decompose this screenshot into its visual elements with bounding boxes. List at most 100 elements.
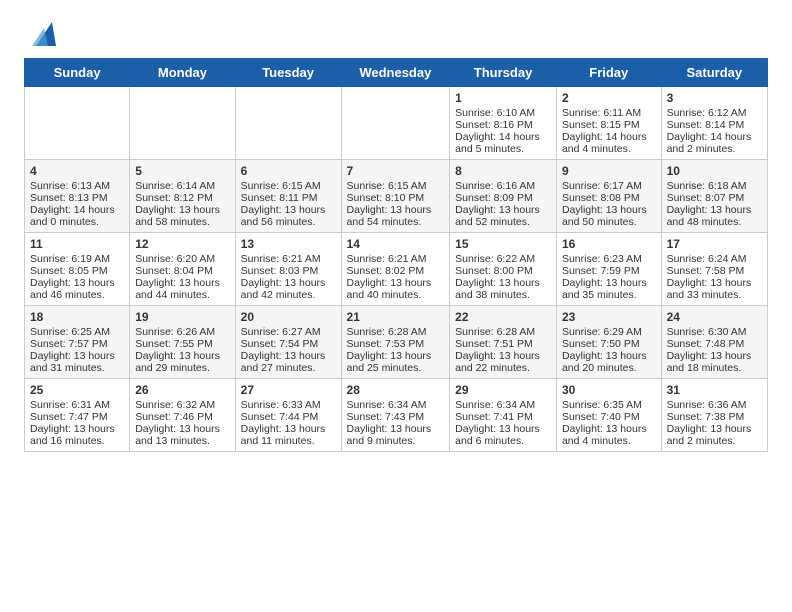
weekday-header-thursday: Thursday: [450, 59, 557, 87]
calendar-cell: 15Sunrise: 6:22 AMSunset: 8:00 PMDayligh…: [450, 233, 557, 306]
day-info: and 2 minutes.: [667, 143, 762, 155]
day-info: Sunrise: 6:22 AM: [455, 253, 551, 265]
day-info: and 40 minutes.: [347, 289, 445, 301]
calendar-week-5: 25Sunrise: 6:31 AMSunset: 7:47 PMDayligh…: [25, 379, 768, 452]
day-info: Daylight: 14 hours: [562, 131, 656, 143]
calendar-cell: [25, 87, 130, 160]
day-info: Daylight: 13 hours: [241, 423, 336, 435]
day-info: Sunrise: 6:34 AM: [455, 399, 551, 411]
weekday-header-monday: Monday: [130, 59, 235, 87]
calendar-wrapper: SundayMondayTuesdayWednesdayThursdayFrid…: [0, 58, 792, 464]
day-info: Daylight: 13 hours: [667, 204, 762, 216]
day-info: and 0 minutes.: [30, 216, 124, 228]
day-info: and 16 minutes.: [30, 435, 124, 447]
day-info: Daylight: 13 hours: [135, 204, 229, 216]
calendar-week-1: 1Sunrise: 6:10 AMSunset: 8:16 PMDaylight…: [25, 87, 768, 160]
calendar-cell: 26Sunrise: 6:32 AMSunset: 7:46 PMDayligh…: [130, 379, 235, 452]
day-number: 14: [347, 237, 445, 251]
day-info: Sunrise: 6:24 AM: [667, 253, 762, 265]
day-number: 21: [347, 310, 445, 324]
day-info: Sunset: 7:53 PM: [347, 338, 445, 350]
day-number: 13: [241, 237, 336, 251]
day-info: and 31 minutes.: [30, 362, 124, 374]
day-info: Daylight: 13 hours: [562, 277, 656, 289]
weekday-header-tuesday: Tuesday: [235, 59, 341, 87]
day-number: 17: [667, 237, 762, 251]
calendar-cell: 11Sunrise: 6:19 AMSunset: 8:05 PMDayligh…: [25, 233, 130, 306]
day-info: and 33 minutes.: [667, 289, 762, 301]
day-number: 27: [241, 383, 336, 397]
day-info: Sunset: 8:12 PM: [135, 192, 229, 204]
page-header: [0, 0, 792, 58]
day-info: Daylight: 13 hours: [455, 423, 551, 435]
calendar-cell: 18Sunrise: 6:25 AMSunset: 7:57 PMDayligh…: [25, 306, 130, 379]
day-info: Daylight: 13 hours: [30, 423, 124, 435]
day-info: Sunset: 7:59 PM: [562, 265, 656, 277]
day-info: Sunrise: 6:14 AM: [135, 180, 229, 192]
day-info: Sunset: 8:00 PM: [455, 265, 551, 277]
day-info: Daylight: 14 hours: [30, 204, 124, 216]
day-info: Sunrise: 6:15 AM: [347, 180, 445, 192]
day-number: 29: [455, 383, 551, 397]
day-info: Daylight: 13 hours: [30, 277, 124, 289]
day-info: Sunset: 8:14 PM: [667, 119, 762, 131]
day-info: Daylight: 13 hours: [455, 350, 551, 362]
day-info: Sunset: 7:40 PM: [562, 411, 656, 423]
day-info: Sunrise: 6:28 AM: [455, 326, 551, 338]
day-number: 28: [347, 383, 445, 397]
day-number: 4: [30, 164, 124, 178]
day-info: Sunset: 8:04 PM: [135, 265, 229, 277]
day-info: and 13 minutes.: [135, 435, 229, 447]
day-number: 18: [30, 310, 124, 324]
day-info: Sunrise: 6:18 AM: [667, 180, 762, 192]
day-info: and 42 minutes.: [241, 289, 336, 301]
day-info: Sunrise: 6:25 AM: [30, 326, 124, 338]
day-number: 6: [241, 164, 336, 178]
weekday-header-row: SundayMondayTuesdayWednesdayThursdayFrid…: [25, 59, 768, 87]
weekday-header-saturday: Saturday: [661, 59, 767, 87]
day-info: and 20 minutes.: [562, 362, 656, 374]
day-number: 19: [135, 310, 229, 324]
day-info: Daylight: 13 hours: [562, 350, 656, 362]
day-info: Daylight: 13 hours: [135, 423, 229, 435]
day-info: Sunset: 8:09 PM: [455, 192, 551, 204]
day-info: Sunset: 7:51 PM: [455, 338, 551, 350]
day-info: Daylight: 13 hours: [347, 204, 445, 216]
day-info: Sunrise: 6:20 AM: [135, 253, 229, 265]
day-info: Sunrise: 6:19 AM: [30, 253, 124, 265]
day-info: Sunrise: 6:21 AM: [347, 253, 445, 265]
calendar-table: SundayMondayTuesdayWednesdayThursdayFrid…: [24, 58, 768, 452]
day-info: Sunset: 7:48 PM: [667, 338, 762, 350]
day-info: Daylight: 13 hours: [135, 350, 229, 362]
day-number: 16: [562, 237, 656, 251]
day-info: Sunset: 7:41 PM: [455, 411, 551, 423]
day-number: 23: [562, 310, 656, 324]
day-info: Sunrise: 6:30 AM: [667, 326, 762, 338]
day-info: Sunrise: 6:17 AM: [562, 180, 656, 192]
day-info: Sunset: 8:15 PM: [562, 119, 656, 131]
day-info: Sunset: 8:07 PM: [667, 192, 762, 204]
day-number: 12: [135, 237, 229, 251]
day-info: and 52 minutes.: [455, 216, 551, 228]
day-info: and 4 minutes.: [562, 143, 656, 155]
day-info: Daylight: 13 hours: [135, 277, 229, 289]
day-info: Sunrise: 6:11 AM: [562, 107, 656, 119]
calendar-cell: 7Sunrise: 6:15 AMSunset: 8:10 PMDaylight…: [341, 160, 450, 233]
day-number: 31: [667, 383, 762, 397]
day-info: Daylight: 13 hours: [667, 423, 762, 435]
calendar-cell: 27Sunrise: 6:33 AMSunset: 7:44 PMDayligh…: [235, 379, 341, 452]
calendar-cell: 17Sunrise: 6:24 AMSunset: 7:58 PMDayligh…: [661, 233, 767, 306]
day-info: Sunrise: 6:36 AM: [667, 399, 762, 411]
calendar-cell: 4Sunrise: 6:13 AMSunset: 8:13 PMDaylight…: [25, 160, 130, 233]
calendar-cell: 6Sunrise: 6:15 AMSunset: 8:11 PMDaylight…: [235, 160, 341, 233]
day-info: and 6 minutes.: [455, 435, 551, 447]
day-number: 8: [455, 164, 551, 178]
day-number: 2: [562, 91, 656, 105]
calendar-week-3: 11Sunrise: 6:19 AMSunset: 8:05 PMDayligh…: [25, 233, 768, 306]
day-number: 25: [30, 383, 124, 397]
calendar-cell: 14Sunrise: 6:21 AMSunset: 8:02 PMDayligh…: [341, 233, 450, 306]
day-info: and 11 minutes.: [241, 435, 336, 447]
day-info: and 25 minutes.: [347, 362, 445, 374]
day-info: Sunset: 7:58 PM: [667, 265, 762, 277]
day-info: Sunset: 8:05 PM: [30, 265, 124, 277]
